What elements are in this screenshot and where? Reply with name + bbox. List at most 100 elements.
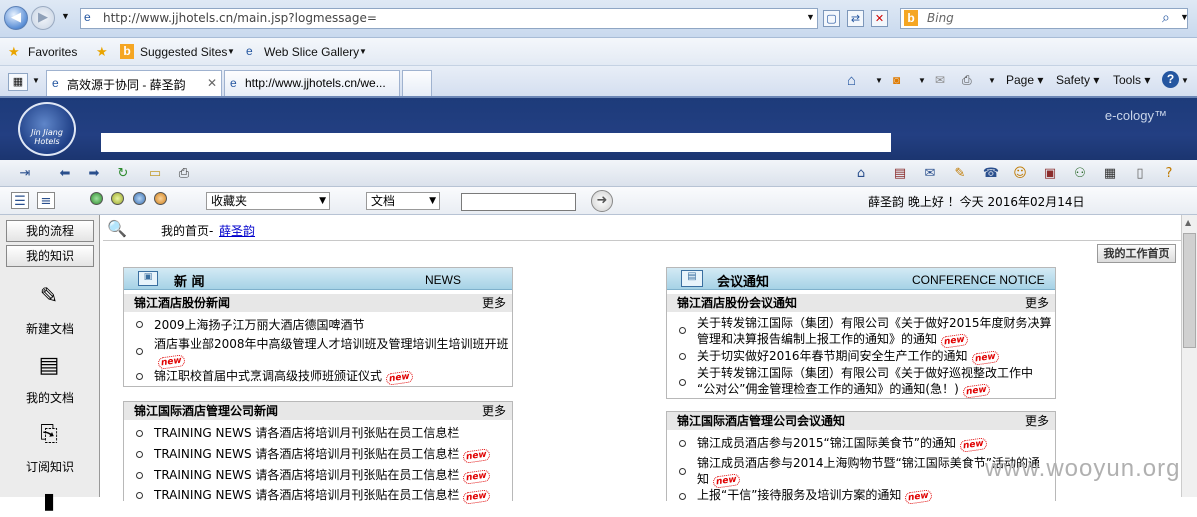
logout-icon[interactable]: ⇥ [16, 165, 34, 182]
status-blue-icon[interactable] [133, 192, 146, 205]
tab-list-dropdown-icon[interactable]: ▼ [32, 76, 40, 85]
back-icon[interactable]: ◀ [4, 6, 28, 30]
history-dropdown-icon[interactable]: ▼ [61, 11, 70, 21]
layout-list-icon[interactable]: ☰ [11, 192, 29, 209]
chevron-down-icon[interactable]: ▼ [988, 76, 996, 85]
brand-logo: e-cology™ [1104, 108, 1167, 123]
close-tab-icon[interactable]: ✕ [207, 76, 217, 90]
compat-view-icon[interactable]: ▢ [823, 10, 840, 27]
edit-icon[interactable]: ✎ [951, 165, 969, 182]
news-item[interactable]: 锦江职校首届中式烹调高级技师班颁证仪式 new [154, 368, 414, 386]
quick-tabs-icon[interactable]: ▦ [8, 73, 28, 91]
subscribe-label[interactable]: 订阅知识 [0, 458, 100, 475]
subscribe-icon[interactable]: ⎘ [34, 420, 64, 450]
my-flow-button[interactable]: 我的流程 [6, 220, 94, 242]
forward-arrow-icon[interactable]: ➡ [85, 165, 103, 182]
page-menu[interactable]: Page ▾ [1006, 73, 1043, 87]
add-favorite-icon[interactable]: ★ [96, 44, 108, 60]
my-workspace-button[interactable]: 我的工作首页 [1097, 244, 1176, 263]
mail-icon[interactable]: ✉ [935, 73, 945, 87]
news-icon: ▣ [138, 271, 158, 286]
scroll-thumb[interactable] [1183, 233, 1196, 348]
favorites-select[interactable]: 收藏夹 ▼ [206, 192, 330, 210]
news-item[interactable]: TRAINING NEWS 请各酒店将培训月刊张贴在员工信息栏 new [154, 467, 491, 485]
suggested-sites-link[interactable]: Suggested Sites [140, 45, 227, 59]
my-doc-label[interactable]: 我的文档 [0, 389, 100, 406]
news-item[interactable]: TRAINING NEWS 请各酒店将培训月刊张贴在员工信息栏 new [154, 487, 491, 505]
new-doc-icon[interactable]: ✎ [34, 282, 64, 312]
meeting-more-link[interactable]: 更多 [1025, 294, 1049, 312]
search-icon[interactable]: ⌕ [1162, 9, 1170, 26]
refresh-page-icon[interactable]: ↻ [114, 165, 132, 182]
home-page-icon[interactable]: ⌂ [852, 165, 870, 182]
web-slice-gallery-link[interactable]: Web Slice Gallery [264, 45, 359, 59]
help-icon[interactable]: ? [1162, 71, 1179, 88]
news-item[interactable]: 酒店事业部2008年中高级管理人才培训班及管理培训生培训班开班new [154, 336, 512, 370]
news-item-text: TRAINING NEWS 请各酒店将培训月刊张贴在员工信息栏 [154, 447, 460, 461]
url-field[interactable]: http://www.jjhotels.cn/main.jsp?logmessa… [80, 8, 818, 29]
bullet-icon [679, 379, 686, 386]
scroll-up-icon[interactable]: ▲ [1185, 218, 1191, 227]
search-dropdown-icon[interactable]: ▼ [1180, 12, 1189, 22]
breadcrumb-user-link[interactable]: 薛圣韵 [219, 222, 255, 239]
hotel-meeting-more-link[interactable]: 更多 [1025, 412, 1049, 430]
doc-type-select[interactable]: 文档 ▼ [366, 192, 440, 210]
search-go-button[interactable]: ➜ [591, 190, 613, 212]
main-scrollbar[interactable]: ▲ [1181, 215, 1197, 497]
news-more-link[interactable]: 更多 [482, 294, 506, 312]
tools-menu-label: Tools [1113, 73, 1142, 87]
back-arrow-icon[interactable]: ⬅ [56, 165, 74, 182]
news-item[interactable]: 2009上海扬子江万丽大酒店德国啤酒节 [154, 317, 365, 333]
help-question-icon[interactable]: ? [1160, 165, 1178, 182]
tab-bar: ▦ ▼ e 高效源于协同 - 薛圣韵 ✕ e http://www.jjhote… [0, 66, 1197, 98]
meeting-item[interactable]: 关于切实做好2016年春节期间安全生产工作的通知 new [697, 348, 1000, 366]
group-icon[interactable]: ⚇ [1071, 165, 1089, 182]
more-doc-icon[interactable]: ▮ [34, 487, 64, 517]
favorites-button[interactable]: Favorites [28, 45, 77, 59]
home-icon[interactable]: ⌂ [847, 72, 856, 89]
hotel-news-more-link[interactable]: 更多 [482, 402, 506, 420]
tab-2[interactable]: e http://www.jjhotels.cn/we... [224, 70, 400, 96]
status-orange-icon[interactable] [154, 192, 167, 205]
calendar-icon[interactable]: ▤ [891, 165, 909, 182]
contacts-icon[interactable]: ☎ [982, 165, 1000, 182]
printer-icon[interactable]: ⎙ [175, 165, 193, 182]
meeting-item-line2: 知 [697, 472, 710, 486]
my-knowledge-button[interactable]: 我的知识 [6, 245, 94, 267]
tab-1[interactable]: e 高效源于协同 - 薛圣韵 ✕ [46, 70, 222, 96]
chevron-down-icon[interactable]: ▼ [359, 47, 367, 56]
folder-icon[interactable]: ▭ [146, 165, 164, 182]
layout-detail-icon[interactable]: ≡ [37, 192, 55, 209]
status-green-icon[interactable] [90, 192, 103, 205]
refresh-icon[interactable]: ⇄ [847, 10, 864, 27]
print-icon[interactable]: ⎙ [962, 73, 972, 88]
grid-icon[interactable]: ▦ [1101, 165, 1119, 182]
chevron-down-icon[interactable]: ▼ [227, 47, 235, 56]
feeds-icon[interactable]: ◙ [893, 73, 900, 87]
stop-icon[interactable]: ✕ [871, 10, 888, 27]
news-item[interactable]: TRAINING NEWS 请各酒店将培训月刊张贴在员工信息栏 new [154, 446, 491, 464]
keyword-search-input[interactable] [461, 193, 576, 211]
new-doc-label[interactable]: 新建文档 [0, 320, 100, 337]
message-icon[interactable]: ✉ [921, 165, 939, 182]
tools-menu[interactable]: Tools ▾ [1113, 73, 1150, 87]
meeting-item[interactable]: 锦江成员酒店参与2015“锦江国际美食节”的通知 new [697, 435, 988, 453]
chevron-down-icon[interactable]: ▼ [918, 76, 926, 85]
new-tab-button[interactable] [402, 70, 432, 96]
meeting-item[interactable]: 关于转发锦江国际（集团）有限公司《关于做好2015年度财务决算 管理和决算报告编制… [697, 315, 1055, 349]
meeting-item[interactable]: 上报“干信”接待服务及培训方案的通知 new [697, 487, 933, 505]
meeting-item-line1: 锦江成员酒店参与2015“锦江国际美食节”的通知 [697, 436, 956, 450]
user-icon[interactable]: ☺ [1011, 165, 1029, 182]
my-doc-icon[interactable]: ▤ [34, 351, 64, 381]
status-yellow-green-icon[interactable] [111, 192, 124, 205]
favorite-box-icon[interactable]: ▣ [1041, 165, 1059, 182]
chevron-down-icon[interactable]: ▼ [1181, 76, 1189, 85]
news-item[interactable]: TRAINING NEWS 请各酒店将培训月刊张贴在员工信息栏 [154, 425, 459, 441]
forward-icon[interactable]: ▶ [31, 6, 55, 30]
safety-menu[interactable]: Safety ▾ [1056, 73, 1099, 87]
url-dropdown-icon[interactable]: ▼ [806, 12, 815, 22]
meeting-item[interactable]: 关于转发锦江国际（集团）有限公司《关于做好巡视整改工作中 “公对公”佣金管理检查工… [697, 365, 1055, 399]
search-field[interactable]: Bing [900, 8, 1188, 29]
note-icon[interactable]: ▯ [1131, 165, 1149, 182]
chevron-down-icon[interactable]: ▼ [875, 76, 883, 85]
